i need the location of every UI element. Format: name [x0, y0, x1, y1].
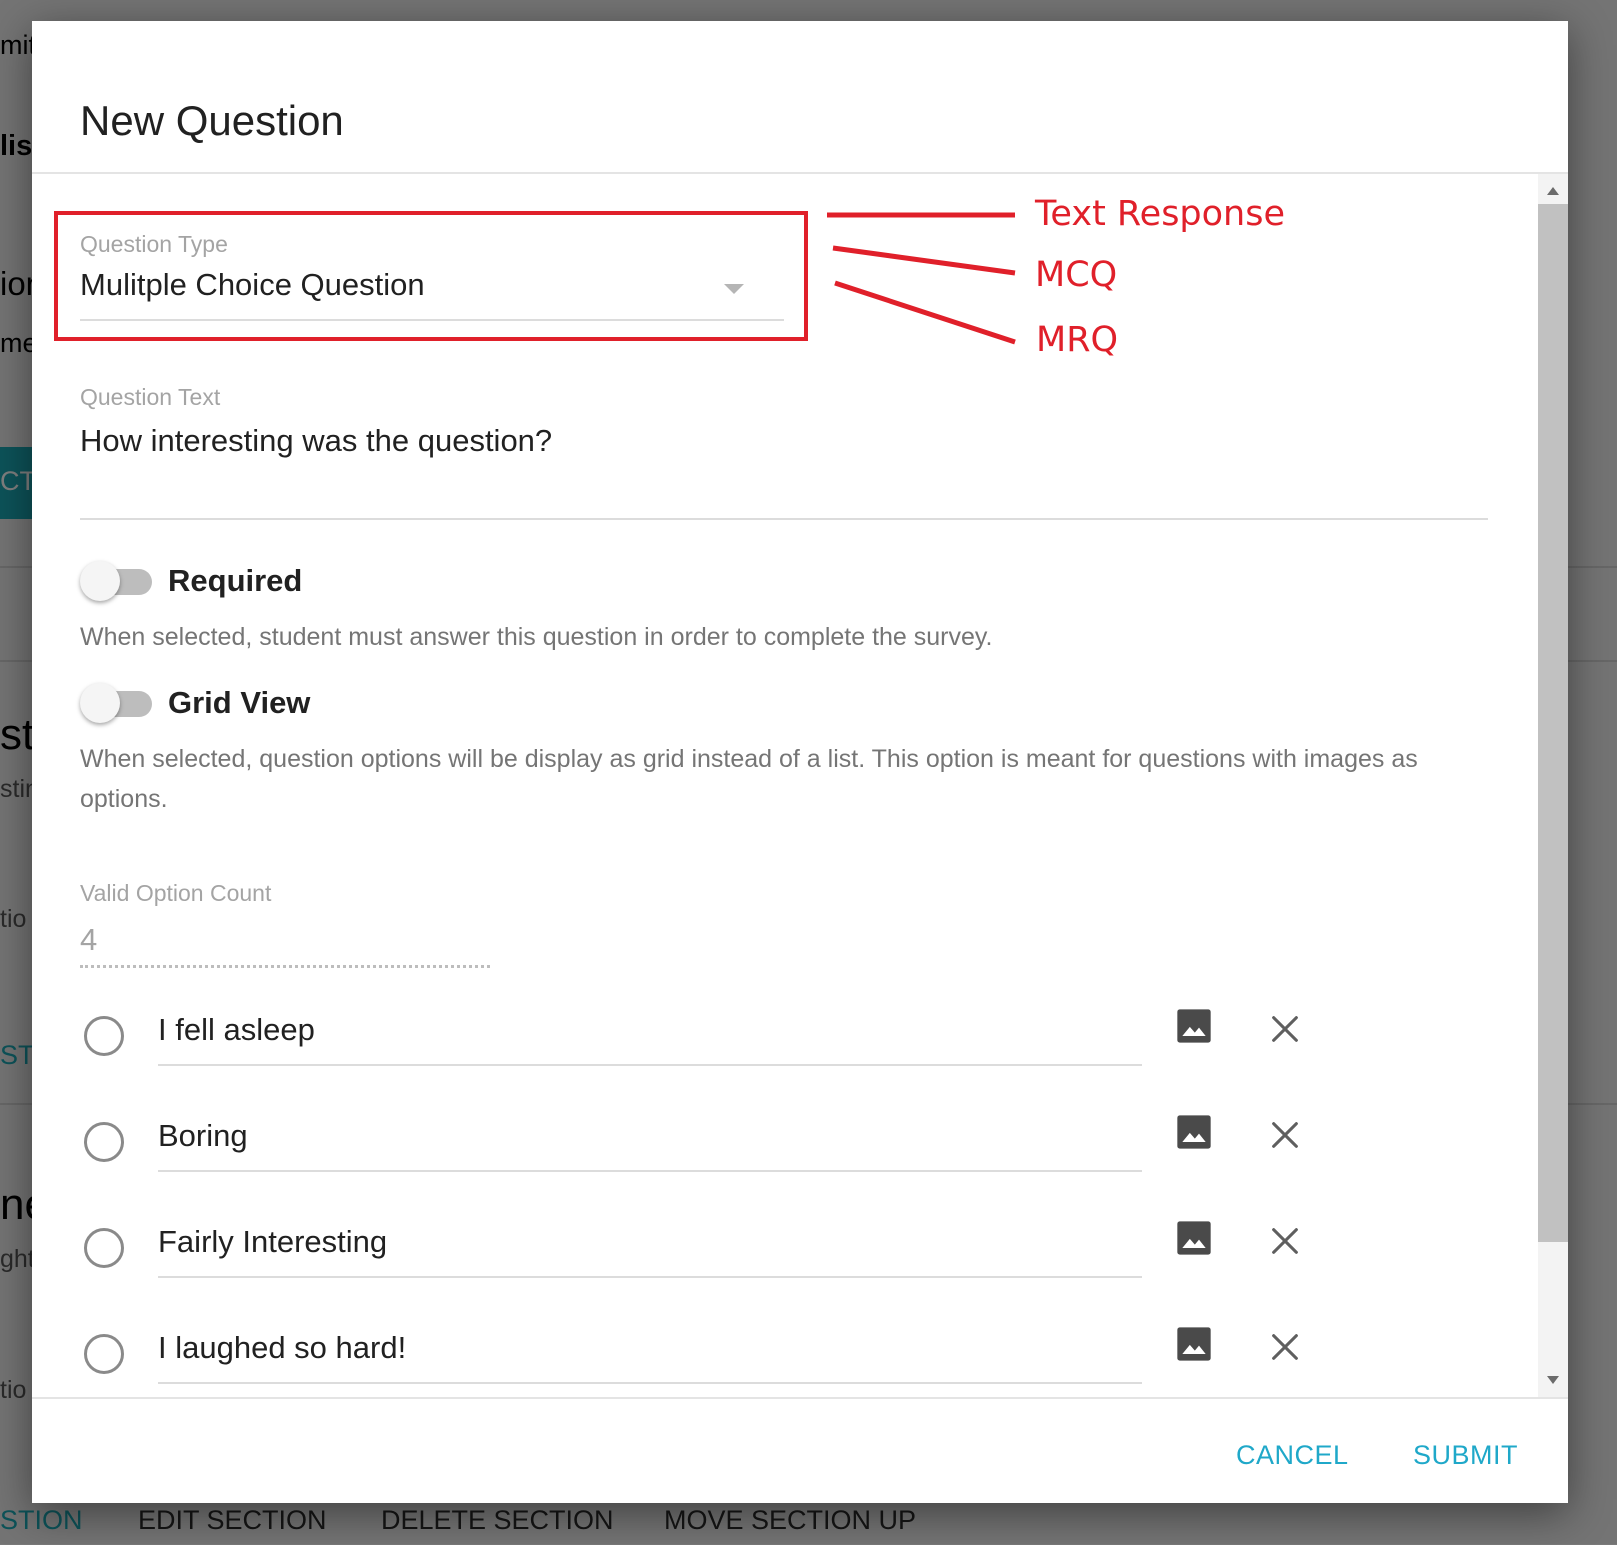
- option-radio[interactable]: [84, 1334, 124, 1374]
- option-radio[interactable]: [84, 1122, 124, 1162]
- option-radio[interactable]: [84, 1016, 124, 1056]
- question-type-value[interactable]: Mulitple Choice Question: [80, 267, 425, 303]
- scroll-down-arrow-icon[interactable]: [1547, 1376, 1559, 1384]
- image-icon[interactable]: [1174, 1006, 1214, 1046]
- question-type-label: Question Type: [80, 231, 228, 257]
- dialog-scrollbar[interactable]: [1538, 174, 1568, 1397]
- close-icon[interactable]: [1268, 1012, 1302, 1046]
- new-question-dialog: New Question Question Type Mulitple Choi…: [32, 21, 1568, 1503]
- image-icon[interactable]: [1174, 1112, 1214, 1152]
- toggle-thumb: [80, 561, 120, 601]
- required-label: Required: [168, 563, 303, 598]
- scrollbar-thumb[interactable]: [1538, 204, 1568, 1242]
- grid-view-toggle[interactable]: [80, 679, 154, 723]
- question-type-underline: [80, 319, 784, 321]
- option-text-input[interactable]: Fairly Interesting: [158, 1224, 387, 1260]
- required-toggle[interactable]: [80, 557, 154, 601]
- option-underline: [158, 1276, 1142, 1278]
- close-icon[interactable]: [1268, 1118, 1302, 1152]
- chevron-down-icon[interactable]: [724, 284, 744, 294]
- grid-view-label: Grid View: [168, 685, 311, 720]
- option-row: I fell asleep: [80, 1006, 1298, 1076]
- valid-option-count-input: 4: [80, 922, 98, 957]
- grid-view-help-text: When selected, question options will be …: [80, 745, 1418, 813]
- submit-button[interactable]: SUBMIT: [1413, 1440, 1518, 1471]
- question-text-input[interactable]: How interesting was the question?: [80, 423, 552, 459]
- image-icon[interactable]: [1174, 1324, 1214, 1364]
- cancel-button[interactable]: CANCEL: [1236, 1440, 1349, 1471]
- option-row: Boring: [80, 1112, 1298, 1182]
- option-underline: [158, 1382, 1142, 1384]
- question-text-label: Question Text: [80, 384, 221, 410]
- annotation-label-mrq: MRQ: [1036, 320, 1119, 360]
- option-text-input[interactable]: I laughed so hard!: [158, 1330, 406, 1366]
- dialog-footer-divider: [32, 1397, 1568, 1399]
- option-row: Fairly Interesting: [80, 1218, 1298, 1288]
- annotation-label-text-response: Text Response: [1035, 194, 1286, 234]
- question-text-underline: [80, 518, 1488, 520]
- option-underline: [158, 1064, 1142, 1066]
- dialog-body[interactable]: Question Type Mulitple Choice Question Q…: [32, 174, 1568, 1397]
- option-underline: [158, 1170, 1142, 1172]
- dialog-title: New Question: [80, 97, 344, 144]
- annotation-label-mcq: MCQ: [1035, 255, 1118, 295]
- image-icon[interactable]: [1174, 1218, 1214, 1258]
- close-icon[interactable]: [1268, 1330, 1302, 1364]
- required-help-text: When selected, student must answer this …: [80, 623, 993, 651]
- valid-option-count-label: Valid Option Count: [80, 880, 272, 906]
- option-text-input[interactable]: I fell asleep: [158, 1012, 315, 1048]
- option-radio[interactable]: [84, 1228, 124, 1268]
- toggle-thumb: [80, 683, 120, 723]
- option-text-input[interactable]: Boring: [158, 1118, 248, 1154]
- scroll-up-arrow-icon[interactable]: [1547, 187, 1559, 195]
- option-row: I laughed so hard!: [80, 1324, 1298, 1394]
- close-icon[interactable]: [1268, 1224, 1302, 1258]
- valid-option-count-underline: [80, 965, 490, 968]
